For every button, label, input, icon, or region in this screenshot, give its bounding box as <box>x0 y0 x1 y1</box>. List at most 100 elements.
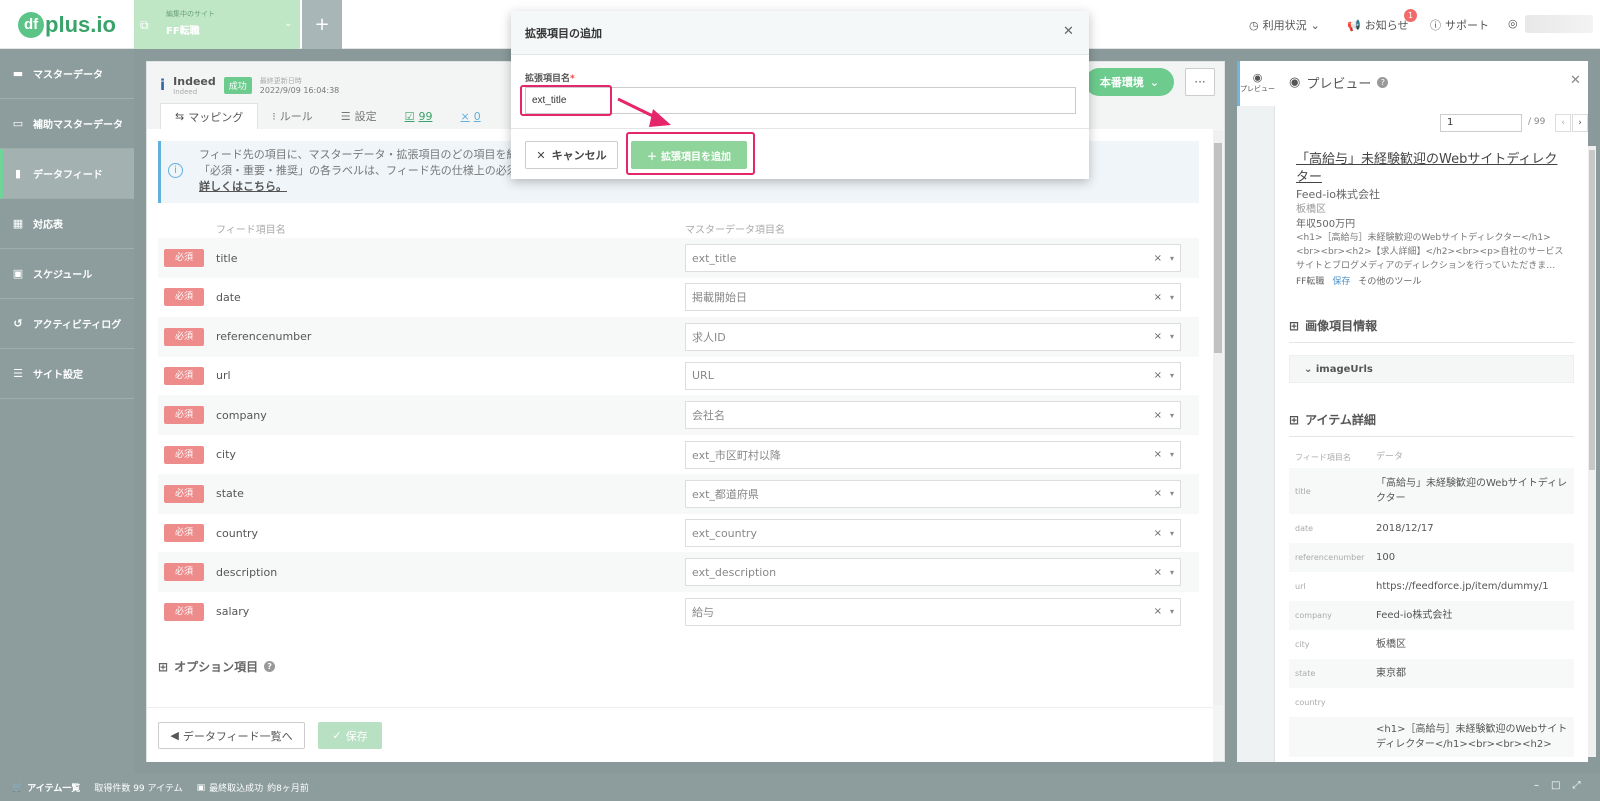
item-count: 取得件数 99 アイテム <box>94 784 183 794</box>
clock-icon: ◷ <box>1249 18 1259 32</box>
detail-value: 100 <box>1376 552 1396 563</box>
feed-field-name: title <box>216 251 238 265</box>
environment-button[interactable]: 本番環境 ⌄ <box>1085 68 1174 96</box>
tab-count-error[interactable]: ⨯ 0 <box>446 103 494 129</box>
sidebar-item-mapping-table[interactable]: ▦ 対応表 <box>0 199 134 249</box>
site-selector[interactable]: 編集中のサイト FF転職 <box>134 0 300 49</box>
preview-strip-tab[interactable]: ◉ プレビュー <box>1237 61 1275 106</box>
preview-scrollbar[interactable] <box>1588 146 1596 757</box>
content-scrollbar[interactable] <box>1213 131 1223 705</box>
info-link[interactable]: 詳しくはこちら。 <box>199 180 287 193</box>
image-urls-toggle[interactable]: ⌄ imageUrls <box>1289 355 1574 383</box>
clear-icon[interactable]: × <box>1154 331 1162 342</box>
back-to-feeds-button[interactable]: ◀ データフィード一覧へ <box>158 722 305 749</box>
eye-icon: ◉ <box>1289 75 1301 90</box>
save-label: 保存 <box>345 729 368 743</box>
tab-settings[interactable]: ☰ 設定 <box>327 103 391 129</box>
detail-row: title 「高給与」未経験歓迎のWebサイトディレクター <box>1289 468 1574 514</box>
preview-links: FF転職 保存 その他のツール <box>1296 274 1421 287</box>
sidebar-item-master-data[interactable]: ▬ マスターデータ <box>0 49 134 99</box>
detail-value: Feed-io株式会社 <box>1376 610 1453 621</box>
detail-head-key: フィード項目名 <box>1295 452 1351 462</box>
master-field-select[interactable]: ext_title × ▾ <box>685 244 1181 272</box>
preview-page-input[interactable]: 1 <box>1440 114 1522 132</box>
usage-menu[interactable]: ◷ 利用状況 ⌄ <box>1249 17 1320 33</box>
sidebar: ▬ マスターデータ ▭ 補助マスターデータ ▮ データフィード ▦ 対応表 ▣ スケジュー… <box>0 49 134 774</box>
help-icon: ⓘ <box>1430 19 1441 32</box>
chevron-down-icon: ▾ <box>1169 489 1174 499</box>
sidebar-item-data-feed[interactable]: ▮ データフィード <box>0 149 134 199</box>
detail-row: date 2018/12/17 <box>1289 514 1574 543</box>
preview-link[interactable]: 保存 <box>1332 274 1350 287</box>
more-button[interactable]: ··· <box>1185 68 1215 96</box>
support-label: サポート <box>1445 19 1489 32</box>
check-icon: ✓ <box>332 729 342 742</box>
options-section[interactable]: ⊞ オプション項目? <box>158 658 276 675</box>
master-field-value: 給与 <box>692 605 714 619</box>
tab-rule[interactable]: ⁝ ルール <box>258 103 327 129</box>
detail-key: url <box>1295 582 1306 591</box>
master-field-select[interactable]: URL × ▾ <box>685 361 1181 390</box>
sliders-icon: ☰ <box>13 367 23 380</box>
minimize-icon[interactable]: – <box>1534 780 1539 791</box>
clear-icon[interactable]: × <box>1154 370 1162 381</box>
clear-icon[interactable]: × <box>1154 253 1162 264</box>
required-badge: 必須 <box>164 327 204 346</box>
sidebar-item-site-settings[interactable]: ☰ サイト設定 <box>0 349 134 399</box>
preview-description: <h1>［高給与］未経験歓迎のWebサイトディレクター</h1><br><br>… <box>1296 233 1564 271</box>
detail-value: 2018/12/17 <box>1376 523 1434 534</box>
clear-icon[interactable]: × <box>1154 528 1162 539</box>
save-button[interactable]: ✓ 保存 <box>318 722 382 749</box>
sidebar-item-sub-master-data[interactable]: ▭ 補助マスターデータ <box>0 99 134 149</box>
feed-updated-block: 最終更新日時 2022/9/09 16:04:38 <box>260 76 340 95</box>
add-site-button[interactable]: + <box>302 0 342 49</box>
sidebar-item-label: データフィード <box>33 170 103 181</box>
clear-icon[interactable]: × <box>1154 410 1162 421</box>
master-field-select[interactable]: ext_description × ▾ <box>685 558 1181 587</box>
support-menu[interactable]: ⓘ サポート <box>1430 17 1489 33</box>
master-field-select[interactable]: 掲載開始日 × ▾ <box>685 283 1181 312</box>
master-field-select[interactable]: ext_都道府県 × ▾ <box>685 479 1181 508</box>
prev-page-button[interactable]: ‹ <box>1555 114 1571 132</box>
master-field-select[interactable]: 会社名 × ▾ <box>685 401 1181 430</box>
preview-link[interactable]: FF転職 <box>1296 274 1324 287</box>
clear-icon[interactable]: × <box>1154 292 1162 303</box>
preview-title: ◉ プレビュー? <box>1289 73 1389 92</box>
preview-link[interactable]: その他のツール <box>1358 274 1421 287</box>
sidebar-item-schedule[interactable]: ▣ スケジュール <box>0 249 134 299</box>
clear-icon[interactable]: × <box>1154 488 1162 499</box>
tab-count-ok[interactable]: ☑ 99 <box>391 103 447 129</box>
items-list-link[interactable]: アイテム一覧 <box>27 781 80 794</box>
eye-icon: ◉ <box>1252 71 1263 84</box>
master-field-select[interactable]: 給与 × ▾ <box>685 597 1181 626</box>
preview-close-icon[interactable]: ✕ <box>1570 73 1581 88</box>
clear-icon[interactable]: × <box>1154 567 1162 578</box>
tab-mapping[interactable]: ⇆ マッピング <box>160 103 259 129</box>
chevron-down-icon: ▾ <box>1169 253 1174 263</box>
clear-icon[interactable]: × <box>1154 449 1162 460</box>
megaphone-icon: 📢 <box>1347 18 1361 32</box>
table-icon: ⊞ <box>1289 318 1300 333</box>
clear-icon[interactable]: × <box>1154 606 1162 617</box>
required-badge: 必須 <box>164 563 204 582</box>
tab-label: 99 <box>418 109 433 123</box>
detail-key: referencenumber <box>1295 553 1365 562</box>
user-menu[interactable] <box>1525 15 1593 33</box>
app-logo[interactable]: df plus.io <box>0 0 134 49</box>
master-field-value: URL <box>692 369 714 383</box>
master-field-select[interactable]: ext_country × ▾ <box>685 519 1181 548</box>
modal-close-icon[interactable]: ✕ <box>1063 24 1074 39</box>
master-field-select[interactable]: 求人ID × ▾ <box>685 322 1181 351</box>
updated-label: 最終更新日時 <box>259 76 302 85</box>
detail-value: https://feedforce.jp/item/dummy/1 <box>1376 581 1549 592</box>
sidebar-item-activity-log[interactable]: ↺ アクティビティログ <box>0 299 134 349</box>
master-field-select[interactable]: ext_市区町村以降 × ▾ <box>685 440 1181 469</box>
expand-icon[interactable]: ⤢ <box>1572 780 1580 791</box>
annotation-arrow-icon <box>617 97 671 127</box>
next-page-button[interactable]: › <box>1572 114 1588 132</box>
cancel-button[interactable]: ✕ キャンセル <box>525 141 618 169</box>
notices-menu[interactable]: 📢 お知らせ <box>1347 17 1408 33</box>
maximize-icon[interactable]: □ <box>1551 780 1560 791</box>
detail-key: state <box>1295 669 1316 678</box>
preview-job-title[interactable]: 「高給与」未経験歓迎のWebサイトディレクター <box>1296 151 1561 187</box>
